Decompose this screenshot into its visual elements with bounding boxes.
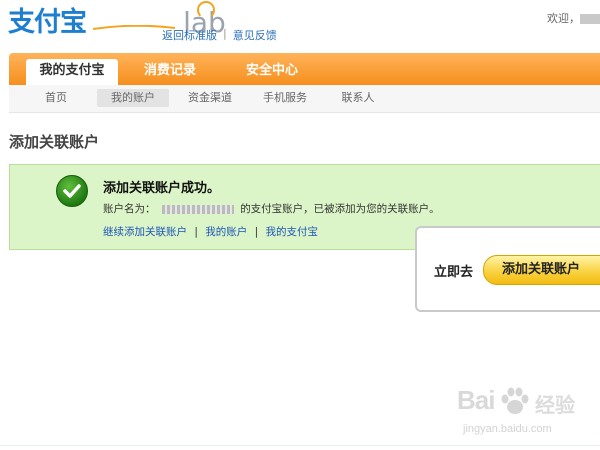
alipay-logo-text: 支付宝 — [8, 7, 87, 38]
my-account-link[interactable]: 我的账户 — [205, 226, 247, 238]
callout-popup: 立即去 添加关联账户 — [415, 226, 600, 312]
go-now-label: 立即去 — [434, 265, 474, 280]
page-title: 添加关联账户 — [9, 133, 100, 151]
success-description: 账户名为： 的支付宝账户，已被添加为您的关联账户。 — [103, 201, 440, 216]
my-alipay-link[interactable]: 我的支付宝 — [265, 226, 318, 238]
subnav-item-funding-channels[interactable]: 资金渠道 — [185, 89, 235, 107]
success-check-icon — [56, 175, 88, 207]
subnav-item-mobile-services[interactable]: 手机服务 — [257, 89, 313, 107]
header: 支付宝 lab 返回标准版 | 意见反馈 欢迎， — [0, 0, 600, 52]
tab-consumption-records[interactable]: 消费记录 — [135, 59, 205, 85]
add-linked-account-button[interactable]: 添加关联账户 — [483, 255, 600, 285]
watermark-jingyan-text: 经验 — [535, 393, 575, 417]
link-separator: | — [223, 27, 227, 40]
feedback-link[interactable]: 意见反馈 — [233, 27, 277, 43]
success-links: 继续添加关联账户 | 我的账户 | 我的支付宝 — [103, 224, 318, 239]
subnav-item-home[interactable]: 首页 — [37, 89, 75, 107]
subnav-item-my-account[interactable]: 我的账户 — [97, 89, 169, 107]
sun-icon — [197, 1, 216, 19]
header-links: 返回标准版 | 意见反馈 — [162, 27, 277, 43]
alipay-logo: 支付宝 — [8, 8, 177, 38]
username-redacted — [580, 14, 600, 24]
watermark-url: jingyan.baidu.com — [463, 423, 552, 435]
tab-my-alipay[interactable]: 我的支付宝 — [26, 59, 118, 85]
link-separator: | — [254, 226, 259, 238]
subnav-item-contacts[interactable]: 联系人 — [337, 89, 379, 107]
sub-nav: 首页 我的账户 资金渠道 手机服务 联系人 — [9, 85, 600, 113]
tab-security-center[interactable]: 安全中心 — [237, 59, 307, 85]
welcome-text: 欢迎， — [547, 10, 600, 26]
success-title: 添加关联账户成功。 — [103, 181, 221, 196]
main-nav: 我的支付宝 消费记录 安全中心 — [9, 53, 600, 85]
back-to-standard-link[interactable]: 返回标准版 — [162, 27, 217, 43]
success-desc-suffix: 的支付宝账户，已被添加为您的关联账户。 — [240, 203, 440, 215]
footer-divider — [0, 445, 600, 446]
baidu-paw-icon — [501, 387, 529, 414]
link-separator: | — [194, 226, 198, 238]
success-desc-prefix: 账户名为： — [103, 203, 156, 215]
account-name-redacted — [161, 204, 234, 214]
baidu-jingyan-watermark: Bai 经验 jingyan.baidu.com — [455, 385, 595, 440]
continue-add-link[interactable]: 继续添加关联账户 — [103, 226, 187, 238]
watermark-logo-text: Bai — [457, 385, 495, 415]
